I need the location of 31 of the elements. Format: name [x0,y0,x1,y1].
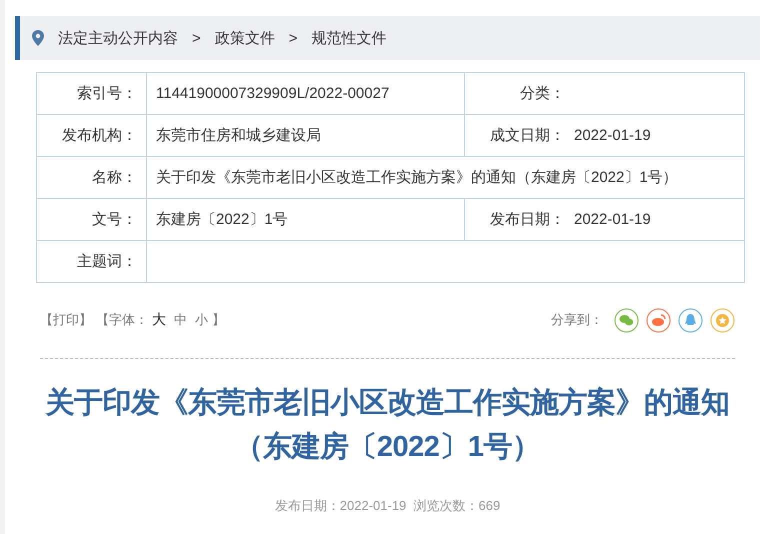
article-title: 关于印发《东莞市老旧小区改造工作实施方案》的通知（东建房〔2022〕1号） [44,386,730,465]
print-link[interactable]: 【打印】 [40,311,92,329]
field-label: 名称： [36,156,146,198]
field-label: 分类： [464,72,574,114]
field-label: 主题词： [36,240,146,282]
font-size-option[interactable]: 大 [152,311,166,329]
field-value: 关于印发《东莞市老旧小区改造工作实施方案》的通知（东建房〔2022〕1号） [156,169,678,186]
field-value: 2022-01-19 [574,127,651,144]
separator: > [192,30,201,46]
field-value: 11441900007329909L/2022-00027 [156,85,390,102]
location-pin-icon [32,30,44,46]
field-value: 2022-01-19 [574,211,651,228]
share-label: 分享到： [551,311,603,329]
qq-share-icon[interactable] [678,308,703,332]
weibo-share-icon[interactable] [646,308,671,332]
breadcrumb-link[interactable]: 法定主动公开内容 [58,28,178,48]
star-share-icon[interactable] [710,308,735,332]
field-value: 东建房〔2022〕1号 [156,211,288,228]
breadcrumb-link[interactable]: 规范性文件 [312,28,387,48]
font-size-label: 【字体： [96,311,148,329]
field-label: 发布机构： [36,114,146,156]
field-label: 索引号： [36,72,146,114]
field-label: 文号： [36,198,146,240]
font-size-option[interactable]: 中 [174,311,187,329]
separator: > [288,30,298,46]
article-meta: 发布日期：2022-01-19 浏览次数：669 [274,497,502,515]
field-value: 东莞市住房和城乡建设局 [156,127,321,144]
bracket: 】 [212,311,225,329]
breadcrumb-link[interactable]: 政策文件 [214,28,275,48]
font-size-option[interactable]: 小 [195,311,208,329]
wechat-share-icon[interactable] [614,308,639,332]
